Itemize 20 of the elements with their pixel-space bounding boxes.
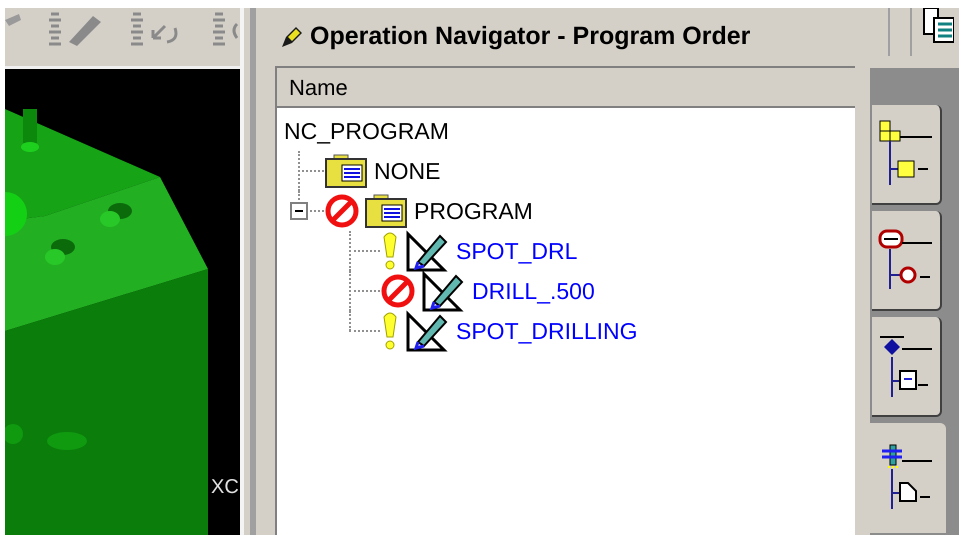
view-tab[interactable] <box>872 105 942 205</box>
tree-item[interactable]: PROGRAM <box>414 200 533 222</box>
pencil-icon <box>280 25 304 49</box>
collapse-icon[interactable] <box>290 202 308 220</box>
view-tab[interactable] <box>872 317 942 417</box>
tree-item[interactable]: NC_PROGRAM <box>284 120 449 142</box>
tree-item[interactable]: SPOT_DRL <box>456 240 578 262</box>
pencil-triangle-icon <box>404 310 450 352</box>
view-tab[interactable] <box>872 211 942 311</box>
tree-item[interactable]: NONE <box>374 160 440 182</box>
tree-item[interactable]: SPOT_DRILLING <box>456 320 638 342</box>
panel-title: Operation Navigator - Program Order <box>310 21 750 52</box>
pencil-triangle-icon <box>404 230 450 272</box>
grip-handle[interactable] <box>888 8 912 56</box>
pencil-triangle-icon <box>420 270 466 312</box>
folder-icon <box>364 193 408 229</box>
folder-icon <box>324 153 368 189</box>
axis-label: XC <box>211 477 239 497</box>
tree-item[interactable]: DRILL_.500 <box>472 280 595 302</box>
list-icon[interactable] <box>922 8 954 44</box>
